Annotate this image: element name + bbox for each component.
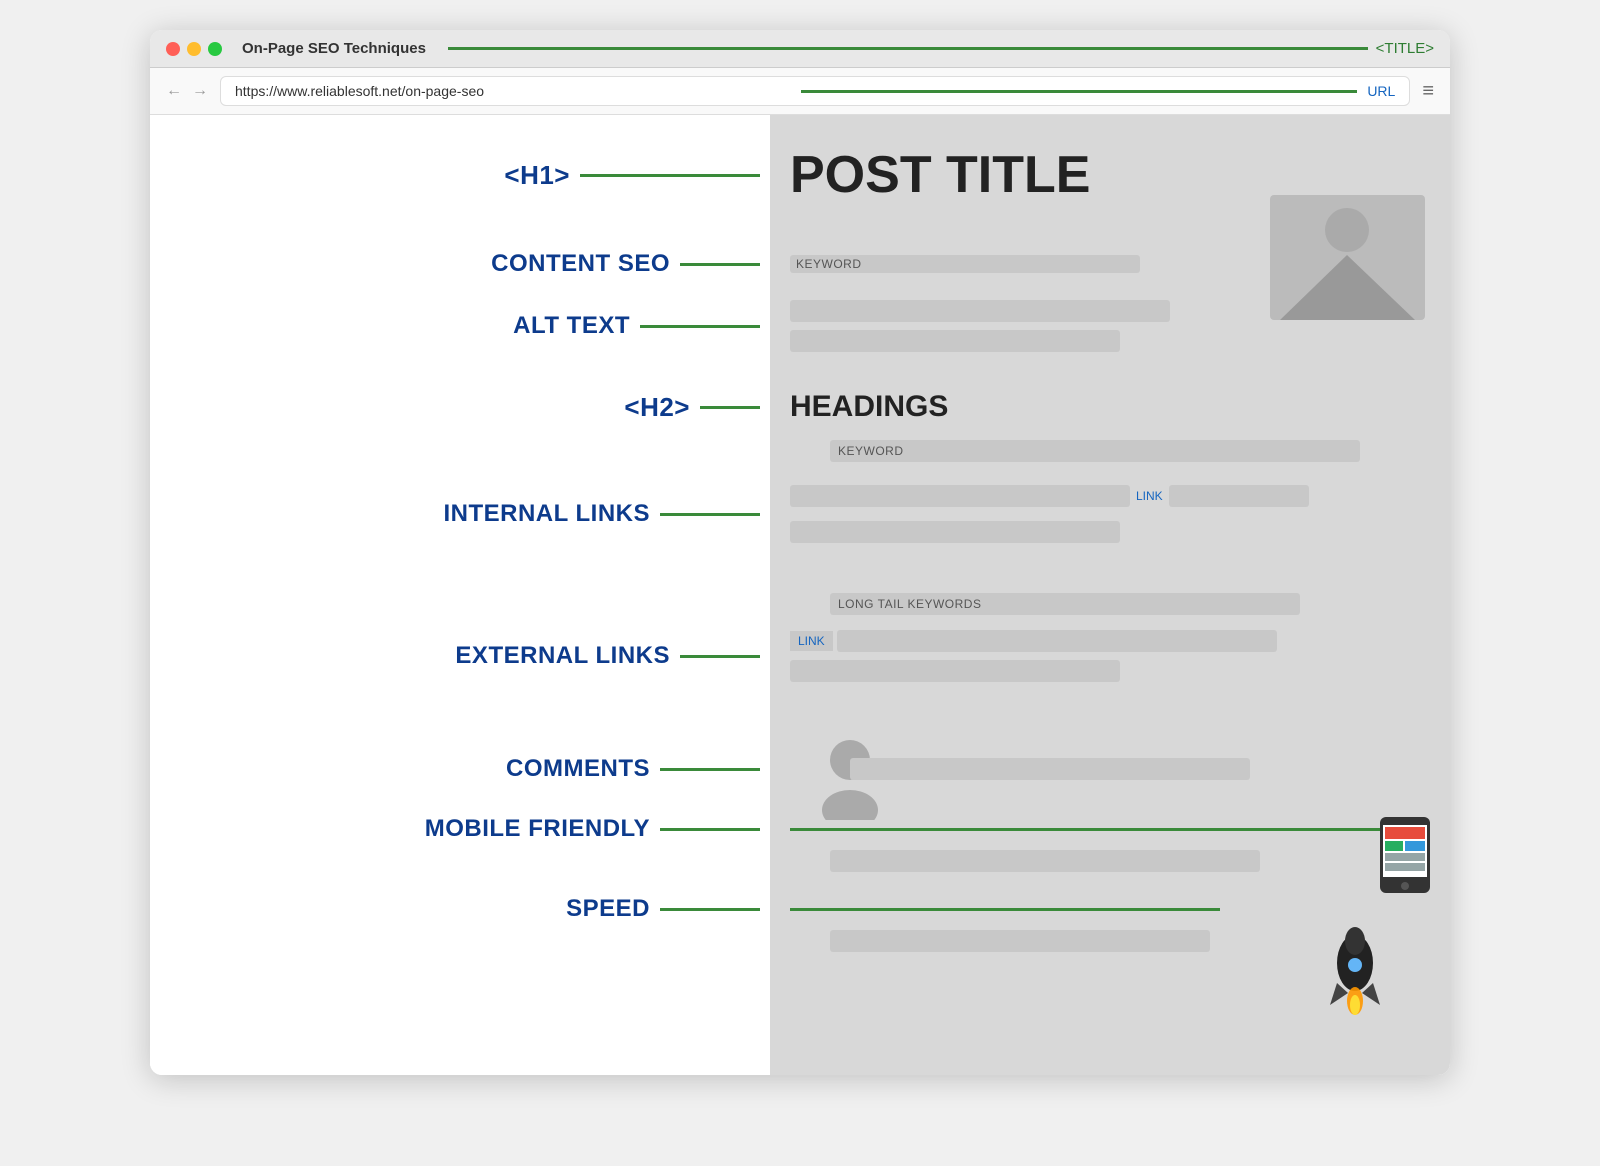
- internal-link-bar: [790, 485, 1130, 507]
- h1-tag-label: <H1>: [504, 160, 570, 191]
- mobile-friendly-label: MOBILE FRIENDLY: [425, 815, 650, 843]
- mobile-friendly-row: MOBILE FRIENDLY: [150, 815, 1450, 843]
- h1-connector: [580, 174, 760, 177]
- mobile-icon: [1375, 815, 1435, 900]
- mobile-friendly-connector: [660, 828, 760, 831]
- internal-links-row: INTERNAL LINKS LINK: [150, 485, 1450, 543]
- alt-text-row: ALT TEXT: [150, 300, 1450, 352]
- title-tag: <TITLE>: [1376, 40, 1434, 57]
- comments-bar: [850, 758, 1250, 780]
- speed-row: SPEED: [150, 895, 1450, 923]
- internal-links-label: INTERNAL LINKS: [443, 500, 650, 528]
- external-link-bar2: [790, 660, 1120, 682]
- h2-connector: [700, 406, 760, 409]
- content-seo-label: CONTENT SEO: [491, 250, 670, 278]
- speed-connector: [660, 908, 760, 911]
- alt-bar-2: [790, 330, 1120, 352]
- nav-back[interactable]: ← →: [166, 82, 208, 100]
- content-seo-row: CONTENT SEO KEYWORD: [150, 250, 1450, 278]
- headings-label: HEADINGS: [790, 390, 948, 424]
- comments-connector: [660, 768, 760, 771]
- alt-bar-1: [790, 300, 1170, 322]
- rocket-icon: [1310, 925, 1400, 1020]
- speed-content-bars: [830, 930, 1210, 952]
- forward-arrow[interactable]: →: [192, 82, 208, 100]
- external-links-label: EXTERNAL LINKS: [455, 642, 670, 670]
- external-link-bar: [837, 630, 1277, 652]
- mobile-friendly-line: [790, 828, 1430, 831]
- link-label-1: LINK: [1136, 489, 1163, 503]
- content-seo-connector: [680, 263, 760, 266]
- url-connector-line: [801, 90, 1357, 93]
- url-display: https://www.reliablesoft.net/on-page-seo: [235, 83, 791, 99]
- long-tail-bar: LONG TAIL KEYWORDS: [830, 593, 1300, 615]
- external-links-row: EXTERNAL LINKS LINK: [150, 630, 1450, 682]
- internal-link-bar2: [1169, 485, 1309, 507]
- traffic-light-green: [208, 42, 222, 56]
- speed-line: [790, 908, 1220, 911]
- browser-title: On-Page SEO Techniques: [242, 40, 426, 57]
- back-arrow[interactable]: ←: [166, 82, 182, 100]
- title-connector-line: [448, 47, 1368, 50]
- url-label: URL: [1367, 83, 1395, 99]
- alt-text-label: ALT TEXT: [513, 312, 630, 340]
- link-label-2: LINK: [790, 631, 833, 651]
- mobile-content-bars: [830, 850, 1260, 872]
- keyword-bar-1: KEYWORD: [790, 255, 1140, 273]
- keyword-under-headings: KEYWORD: [830, 440, 1360, 462]
- comments-label: COMMENTS: [506, 755, 650, 783]
- h2-tag-label: <H2>: [624, 392, 690, 423]
- menu-icon[interactable]: ≡: [1422, 80, 1434, 103]
- h1-row: <H1> POST TITLE: [150, 145, 1450, 205]
- traffic-light-red: [166, 42, 180, 56]
- internal-link-bar3: [790, 521, 1120, 543]
- comments-row: COMMENTS: [150, 755, 1450, 783]
- alt-text-connector: [640, 325, 760, 328]
- speed-label: SPEED: [566, 895, 650, 923]
- internal-links-connector: [660, 513, 760, 516]
- post-title: POST TITLE: [790, 145, 1090, 205]
- external-links-connector: [680, 655, 760, 658]
- traffic-light-yellow: [187, 42, 201, 56]
- h2-row: <H2> HEADINGS: [150, 390, 1450, 424]
